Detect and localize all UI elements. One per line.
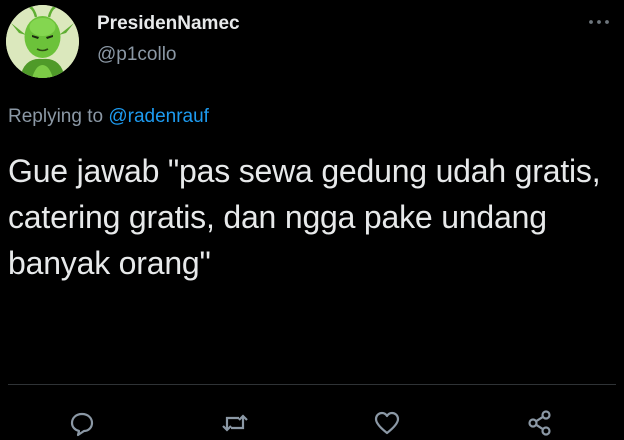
display-name[interactable]: PresidenNamec — [97, 13, 240, 35]
share-icon — [528, 410, 551, 436]
reply-mention-link[interactable]: @radenrauf — [108, 106, 209, 127]
user-handle[interactable]: @p1collo — [97, 44, 177, 66]
reply-button[interactable] — [67, 408, 97, 438]
avatar[interactable] — [6, 5, 79, 78]
share-button[interactable] — [525, 408, 555, 438]
comment-icon — [70, 412, 94, 437]
divider — [8, 384, 616, 385]
retweet-icon — [222, 414, 248, 432]
replying-to: Replying to @radenrauf — [8, 106, 209, 128]
more-horizontal-icon[interactable] — [587, 15, 611, 27]
tweet-text: Gue jawab "pas sewa gedung udah gratis, … — [8, 153, 601, 281]
retweet-button[interactable] — [220, 408, 250, 438]
like-button[interactable] — [372, 408, 402, 438]
tweet: PresidenNamec @p1collo Replying to @rade… — [0, 0, 624, 440]
green-character-avatar-icon — [6, 5, 79, 78]
replying-to-label: Replying to — [8, 106, 104, 127]
heart-icon — [374, 411, 400, 435]
